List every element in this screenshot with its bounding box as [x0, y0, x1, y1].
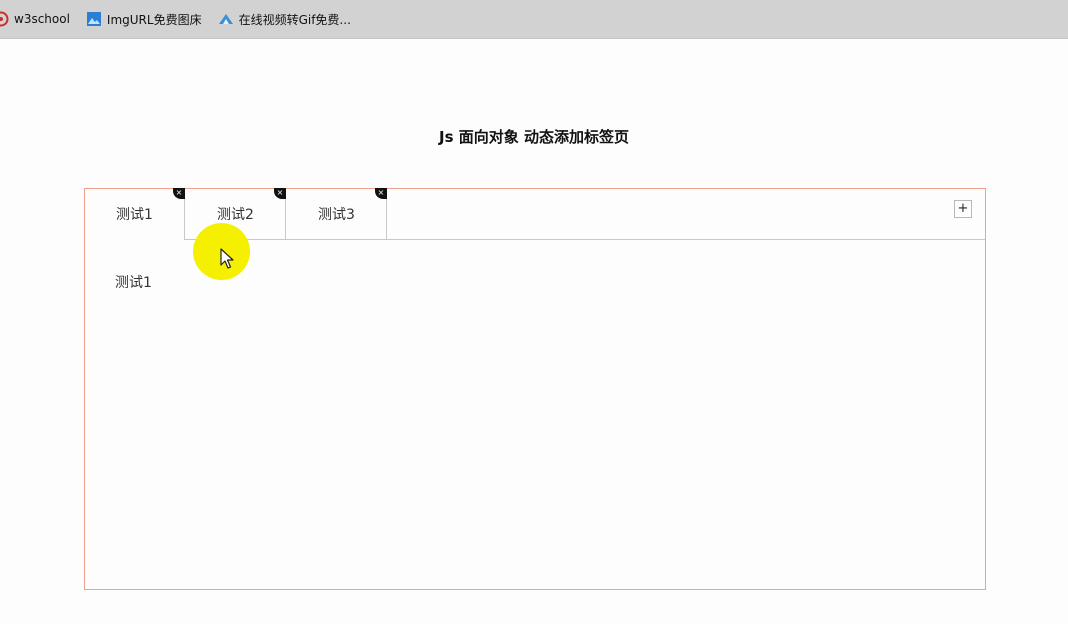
bookmarks-bar: w3school ImgURL免费图床 在线视频转Gif免费...: [0, 0, 1068, 39]
tab-test-2[interactable]: 测试2 ×: [186, 188, 286, 239]
tab-test-1[interactable]: 测试1 ×: [85, 188, 185, 240]
bookmark-label: 在线视频转Gif免费...: [238, 12, 351, 27]
bookmark-imgurl[interactable]: ImgURL免费图床: [86, 0, 202, 38]
tab-label: 测试3: [318, 207, 355, 223]
page-title: Js 面向对象 动态添加标签页: [439, 128, 629, 146]
bookmark-label: ImgURL免费图床: [106, 12, 202, 27]
tab-test-3[interactable]: 测试3 ×: [287, 188, 387, 239]
bookmark-label: w3school: [14, 12, 70, 26]
mountain-icon: [218, 11, 234, 27]
w3school-icon: [0, 11, 9, 27]
image-icon: [86, 11, 102, 27]
tab-label: 测试1: [116, 207, 153, 223]
tab-label: 测试2: [217, 207, 254, 223]
tabs-container: 测试1 × 测试2 × 测试3 × + 测试1: [84, 188, 986, 590]
bookmark-video-to-gif[interactable]: 在线视频转Gif免费...: [218, 0, 351, 38]
bookmark-w3school[interactable]: w3school: [0, 0, 70, 38]
tab-bar: 测试1 × 测试2 × 测试3 × +: [85, 188, 985, 240]
add-tab-button[interactable]: +: [954, 200, 972, 218]
tab-content: 测试1: [115, 275, 152, 291]
